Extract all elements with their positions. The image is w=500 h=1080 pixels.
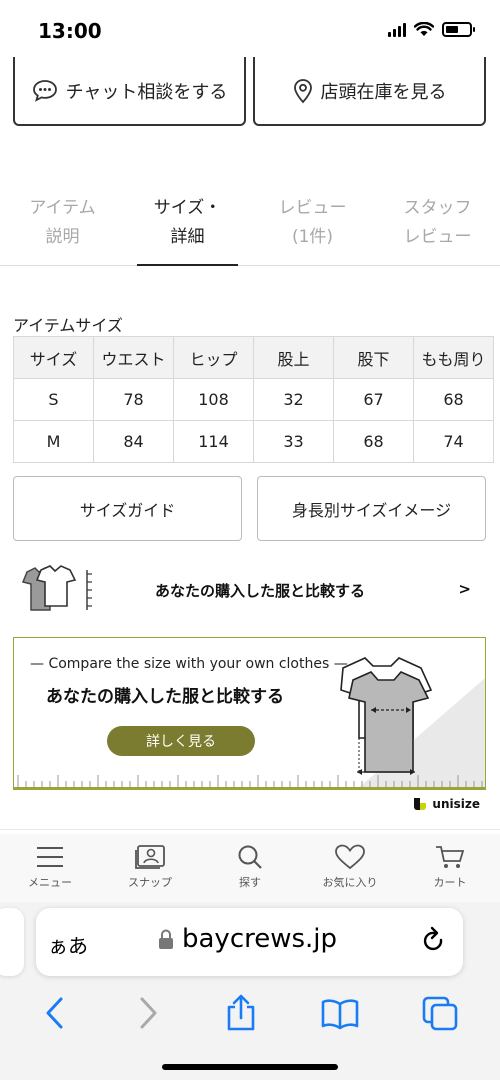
bookmarks-icon[interactable]	[320, 996, 360, 1030]
tab-size-details[interactable]: サイズ・ 詳細	[125, 190, 250, 266]
table-row: S 78 108 32 67 68	[13, 378, 494, 421]
table-header: 股上	[253, 336, 334, 379]
table-header: ヒップ	[173, 336, 254, 379]
home-indicator	[162, 1064, 338, 1070]
nav-label: お気に入り	[322, 876, 378, 889]
tshirt-compare-icon	[21, 565, 92, 611]
search-icon	[238, 845, 262, 869]
browser-toolbar	[0, 988, 500, 1038]
nav-item-favorites[interactable]: お気に入り	[300, 834, 400, 902]
battery-icon	[442, 22, 475, 37]
location-pin-icon	[293, 78, 312, 103]
wifi-icon	[414, 22, 434, 36]
banner-heading: あなたの購入した服と比較する	[46, 687, 284, 707]
size-table-title: アイテムサイズ	[13, 316, 123, 335]
chat-bubble-icon	[32, 79, 57, 102]
store-stock-label: 店頭在庫を見る	[320, 81, 447, 103]
tab-item-description[interactable]: アイテム 説明	[0, 190, 125, 265]
tabs-icon[interactable]	[421, 995, 459, 1031]
url-text: baycrews.jp	[182, 924, 338, 954]
size-table: サイズ ウエスト ヒップ 股上 股下 もも周り S 78 108 32 67 6…	[13, 336, 494, 463]
table-header: サイズ	[13, 336, 94, 379]
tab-label-line2: レビュー	[403, 227, 472, 247]
nav-item-search[interactable]: 探す	[200, 834, 300, 902]
nav-label: スナップ	[128, 876, 172, 889]
tab-label-line1: サイズ・	[153, 198, 222, 218]
table-header: ウエスト	[93, 336, 174, 379]
table-cell: 84	[93, 420, 174, 463]
tab-reviews[interactable]: レビュー (1件)	[250, 190, 375, 265]
size-by-height-button[interactable]: 身長別サイズイメージ	[257, 476, 486, 541]
banner-english-caption: — Compare the size with your own clothes…	[30, 656, 348, 672]
reload-icon[interactable]	[421, 926, 447, 956]
unisize-label: unisize	[432, 797, 480, 811]
snap-icon	[135, 845, 165, 869]
banner-details-button[interactable]: 詳しく見る	[107, 726, 255, 756]
forward-arrow-icon[interactable]	[132, 995, 162, 1031]
browser-chrome: ぁあ baycrews.jp	[0, 902, 500, 1080]
cart-icon	[436, 846, 465, 868]
compare-clothes-link[interactable]: あなたの購入した服と比較する >	[13, 560, 487, 620]
nav-item-snap[interactable]: スナップ	[100, 834, 200, 902]
table-header: 股下	[333, 336, 414, 379]
address-bar[interactable]: ぁあ baycrews.jp	[36, 908, 463, 976]
tab-label-line2: 説明	[45, 227, 80, 247]
table-cell: M	[13, 420, 94, 463]
tab-label-line1: スタッフ	[403, 198, 472, 218]
signal-icon	[388, 22, 406, 37]
table-cell: 114	[173, 420, 254, 463]
tab-label-line2: 詳細	[170, 227, 205, 247]
detail-tabs: アイテム 説明 サイズ・ 詳細 レビュー (1件) スタッフ レビュー	[0, 190, 500, 266]
nav-label: メニュー	[28, 876, 72, 889]
tab-label-line1: アイテム	[29, 198, 96, 218]
compare-clothes-text: あなたの購入した服と比較する	[155, 582, 366, 600]
table-header-row: サイズ ウエスト ヒップ 股上 股下 もも周り	[13, 336, 494, 379]
table-cell: 32	[253, 378, 334, 421]
compare-size-banner[interactable]: — Compare the size with your own clothes…	[13, 637, 486, 790]
table-row: M 84 114 33 68 74	[13, 420, 494, 463]
chat-consult-label: チャット相談をする	[65, 81, 228, 103]
table-cell: 74	[413, 420, 494, 463]
chat-consult-button[interactable]: チャット相談をする	[13, 57, 246, 126]
share-icon[interactable]	[224, 994, 258, 1032]
unisize-mark-icon	[414, 798, 427, 810]
url-display[interactable]: baycrews.jp	[158, 924, 337, 954]
tab-label-line1: レビュー	[278, 198, 347, 218]
table-cell: S	[13, 378, 94, 421]
table-cell: 68	[333, 420, 414, 463]
table-cell: 68	[413, 378, 494, 421]
tab-label-line2: (1件)	[291, 227, 334, 247]
tab-staff-reviews[interactable]: スタッフ レビュー	[375, 190, 500, 265]
nav-item-menu[interactable]: メニュー	[0, 834, 100, 902]
table-cell: 78	[93, 378, 174, 421]
table-header: もも周り	[413, 336, 494, 379]
nav-label: 探す	[239, 876, 261, 889]
table-cell: 67	[333, 378, 414, 421]
table-cell: 108	[173, 378, 254, 421]
bottom-nav: メニュー スナップ 探す お気に入り カート	[0, 834, 500, 902]
size-guide-button[interactable]: サイズガイド	[13, 476, 242, 541]
status-icons	[388, 22, 475, 37]
chevron-right-icon: >	[458, 580, 471, 598]
menu-icon	[37, 847, 63, 867]
table-cell: 33	[253, 420, 334, 463]
previous-tab-card[interactable]	[0, 908, 24, 976]
nav-label: カート	[433, 876, 467, 889]
back-arrow-icon[interactable]	[41, 995, 71, 1031]
unisize-logo: unisize	[413, 797, 480, 811]
heart-icon	[335, 844, 365, 870]
nav-item-cart[interactable]: カート	[400, 834, 500, 902]
nav-divider	[0, 829, 500, 830]
status-time: 13:00	[38, 19, 102, 43]
reader-settings-button[interactable]: ぁあ	[48, 930, 88, 959]
status-bar: 13:00	[0, 0, 500, 60]
lock-icon	[159, 929, 173, 949]
store-stock-button[interactable]: 店頭在庫を見る	[253, 57, 486, 126]
ruler-graphic	[14, 775, 485, 789]
